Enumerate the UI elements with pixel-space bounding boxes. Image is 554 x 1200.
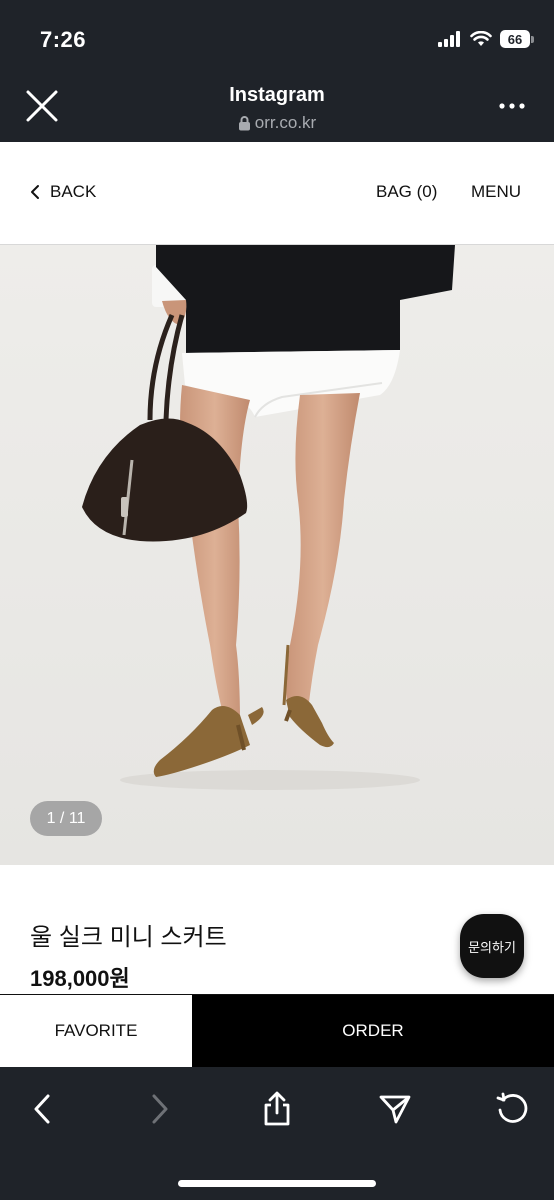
send-icon [379, 1095, 411, 1124]
more-icon [499, 103, 525, 109]
share-button[interactable] [255, 1087, 299, 1131]
bottom-toolbar [0, 1067, 554, 1200]
chevron-left-icon [31, 185, 39, 199]
lock-icon [238, 116, 250, 131]
product-name: 울 실크 미니 스커트 [30, 924, 227, 951]
browser-title: Instagram [229, 84, 325, 106]
bag-link[interactable]: BAG (0) [376, 182, 437, 202]
order-button[interactable]: ORDER [192, 995, 554, 1067]
product-photo [0, 245, 554, 865]
send-button[interactable] [373, 1087, 417, 1131]
action-bar: FAVORITE ORDER [0, 994, 554, 1067]
product-info: 울 실크 미니 스커트 198,000원 문의하기 [0, 865, 554, 995]
browser-bar: Instagram orr.co.kr [0, 72, 554, 142]
back-link[interactable]: BACK [30, 182, 96, 202]
back-label: BACK [50, 182, 97, 201]
share-icon [264, 1091, 290, 1126]
more-button[interactable] [498, 96, 526, 116]
battery-icon: 66 [500, 30, 534, 48]
browser-url[interactable]: orr.co.kr [0, 113, 554, 133]
site-header: BACK BAG (0) MENU [0, 142, 554, 245]
status-icons: 66 [438, 30, 534, 48]
menu-link[interactable]: MENU [471, 182, 521, 202]
forward-icon [152, 1094, 168, 1124]
image-counter: 1 / 11 [30, 801, 102, 836]
url-text: orr.co.kr [254, 113, 317, 132]
reload-button[interactable] [490, 1087, 534, 1131]
product-price: 198,000원 [30, 966, 130, 991]
signal-icon [438, 31, 460, 47]
reload-icon [496, 1092, 528, 1123]
wifi-icon [470, 31, 492, 46]
browser-back-button[interactable] [20, 1087, 64, 1131]
status-bar: 7:26 66 [0, 0, 554, 72]
favorite-button[interactable]: FAVORITE [0, 995, 192, 1067]
home-indicator [178, 1180, 376, 1187]
inquiry-button[interactable]: 문의하기 [460, 914, 524, 978]
battery-level: 66 [500, 30, 530, 48]
product-image[interactable]: 1 / 11 [0, 245, 554, 865]
browser-forward-button[interactable] [138, 1087, 182, 1131]
back-icon [34, 1094, 50, 1124]
status-time: 7:26 [40, 27, 87, 52]
